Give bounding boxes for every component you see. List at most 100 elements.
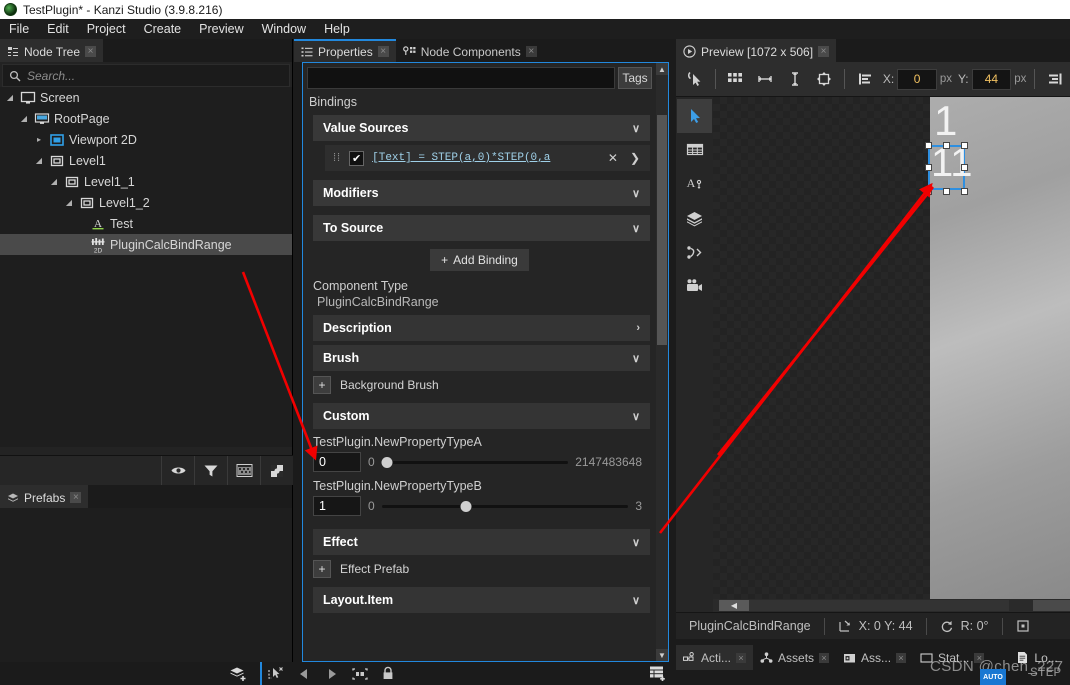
scroll-up-icon[interactable]: ▲: [656, 63, 668, 75]
chevron-down-icon[interactable]: ∨: [632, 352, 640, 365]
section-effect[interactable]: Effect ∨: [313, 529, 650, 555]
section-description[interactable]: Description ›: [313, 315, 650, 341]
bottom-tab-actions[interactable]: Acti... ×: [676, 645, 754, 670]
layers-icon[interactable]: [677, 201, 712, 235]
close-icon[interactable]: ×: [70, 492, 82, 503]
custom-property-b-slider[interactable]: [381, 497, 629, 515]
menu-item-project[interactable]: Project: [78, 20, 135, 38]
resize-handle-ne[interactable]: [961, 142, 968, 149]
scrollbar-track[interactable]: [719, 600, 1009, 611]
chevron-down-icon[interactable]: ∨: [632, 594, 640, 607]
filter-icon[interactable]: [194, 455, 227, 486]
grid-layout-icon[interactable]: [721, 64, 751, 94]
add-layer-icon[interactable]: [230, 666, 248, 682]
resize-handle-nw[interactable]: [925, 142, 932, 149]
scrollbar-thumb-right[interactable]: [1033, 600, 1070, 611]
tags-button[interactable]: Tags: [618, 67, 652, 89]
add-table-icon[interactable]: [644, 662, 672, 685]
bottom-tab-assets[interactable]: Assets ×: [753, 645, 837, 670]
twisty-icon[interactable]: ◢: [33, 156, 45, 165]
plus-icon[interactable]: +: [313, 560, 331, 578]
menu-item-window[interactable]: Window: [253, 20, 315, 38]
twisty-icon[interactable]: ▸: [33, 135, 45, 144]
plus-icon[interactable]: +: [313, 376, 331, 394]
close-icon[interactable]: ×: [85, 46, 97, 57]
close-icon[interactable]: ×: [896, 652, 907, 663]
tab-node-tree[interactable]: Node Tree ×: [0, 39, 104, 62]
align-left-icon[interactable]: [850, 64, 880, 94]
binding-expression[interactable]: [Text] = STEP(a,0)*STEP(0,a: [372, 152, 598, 164]
distribute-vertical-icon[interactable]: [780, 64, 810, 94]
effect-prefab-row[interactable]: + Effect Prefab: [309, 555, 650, 583]
distribute-horizontal-icon[interactable]: [750, 64, 780, 94]
remove-binding-icon[interactable]: ✕: [606, 151, 620, 165]
tab-preview[interactable]: Preview [1072 x 506] ×: [676, 39, 837, 62]
close-icon[interactable]: ×: [377, 46, 389, 57]
custom-property-a-slider[interactable]: [381, 453, 569, 471]
section-to-source[interactable]: To Source ∨: [313, 215, 650, 241]
chevron-down-icon[interactable]: ∨: [632, 187, 640, 200]
binding-enabled-checkbox[interactable]: ✔: [349, 150, 365, 166]
checker-icon[interactable]: [260, 455, 293, 486]
preview-canvas[interactable]: 1 11: [713, 97, 1070, 612]
close-icon[interactable]: ×: [525, 46, 537, 57]
tree-item-screen[interactable]: ◢ Screen: [0, 87, 292, 108]
scroll-down-icon[interactable]: ▼: [656, 649, 668, 661]
chevron-down-icon[interactable]: ∨: [632, 122, 640, 135]
close-icon[interactable]: ×: [818, 46, 830, 57]
select-node-icon[interactable]: [262, 662, 290, 685]
node-graph-icon[interactable]: [677, 235, 712, 269]
chevron-right-icon[interactable]: ›: [636, 322, 640, 334]
text-tool-icon[interactable]: A: [677, 167, 712, 201]
tree-item-rootpage[interactable]: ◢ RootPage: [0, 108, 292, 129]
menu-item-preview[interactable]: Preview: [190, 20, 252, 38]
section-custom[interactable]: Custom ∨: [313, 403, 650, 429]
tab-properties[interactable]: Properties ×: [294, 39, 396, 62]
tab-prefabs[interactable]: Prefabs ×: [0, 485, 89, 508]
background-brush-row[interactable]: + Background Brush: [309, 371, 650, 399]
tab-node-components[interactable]: Node Components ×: [395, 39, 544, 62]
section-layout-item[interactable]: Layout.Item ∨: [313, 587, 650, 613]
section-modifiers[interactable]: Modifiers ∨: [313, 180, 650, 206]
slider-knob[interactable]: [381, 456, 393, 468]
camera-icon[interactable]: [677, 269, 712, 303]
node-tree-search[interactable]: Search...: [2, 64, 290, 87]
pick-cursor-icon[interactable]: [680, 64, 710, 94]
resize-handle-se[interactable]: [961, 188, 968, 195]
menu-item-help[interactable]: Help: [315, 20, 359, 38]
lock-icon[interactable]: [374, 662, 402, 685]
tree-item-test[interactable]: A Test: [0, 213, 292, 234]
bottom-tab-asset-packages[interactable]: Ass... ×: [836, 645, 914, 670]
tree-item-level1[interactable]: ◢ Level1: [0, 150, 292, 171]
scrollbar-thumb[interactable]: [657, 115, 667, 345]
grid-icon[interactable]: [227, 455, 260, 486]
select-arrow-icon[interactable]: [677, 99, 712, 133]
menu-item-file[interactable]: File: [0, 20, 38, 38]
add-binding-button[interactable]: + Add Binding: [430, 249, 529, 271]
resize-handle-e[interactable]: [961, 164, 968, 171]
step-forward-icon[interactable]: [318, 662, 346, 685]
section-value-sources[interactable]: Value Sources ∨: [313, 115, 650, 141]
tree-item-viewport-2d[interactable]: ▸ Viewport 2D: [0, 129, 292, 150]
expand-binding-icon[interactable]: ❯: [628, 151, 642, 165]
resize-handle-w[interactable]: [925, 164, 932, 171]
preview-horizontal-scrollbar[interactable]: ◀: [713, 599, 1070, 612]
fit-content-icon[interactable]: [810, 64, 840, 94]
twisty-icon[interactable]: ◢: [18, 114, 30, 123]
section-brush[interactable]: Brush ∨: [313, 345, 650, 371]
tree-item-level1-1[interactable]: ◢ Level1_1: [0, 171, 292, 192]
resize-handle-sw[interactable]: [925, 188, 932, 195]
close-icon[interactable]: ×: [819, 652, 830, 663]
bounding-box-icon[interactable]: [346, 662, 374, 685]
resize-handle-n[interactable]: [943, 142, 950, 149]
chevron-down-icon[interactable]: ∨: [632, 536, 640, 549]
align-right-icon[interactable]: [1040, 64, 1070, 94]
selection-box[interactable]: 11: [925, 142, 973, 195]
properties-scrollbar[interactable]: ▲ ▼: [656, 63, 668, 661]
custom-property-b-value[interactable]: 1: [313, 496, 361, 516]
menu-item-create[interactable]: Create: [135, 20, 191, 38]
twisty-icon[interactable]: ◢: [48, 177, 60, 186]
twisty-icon[interactable]: ◢: [4, 93, 16, 102]
tag-filter-input[interactable]: [307, 67, 615, 89]
x-coordinate-input[interactable]: 0: [897, 68, 937, 90]
